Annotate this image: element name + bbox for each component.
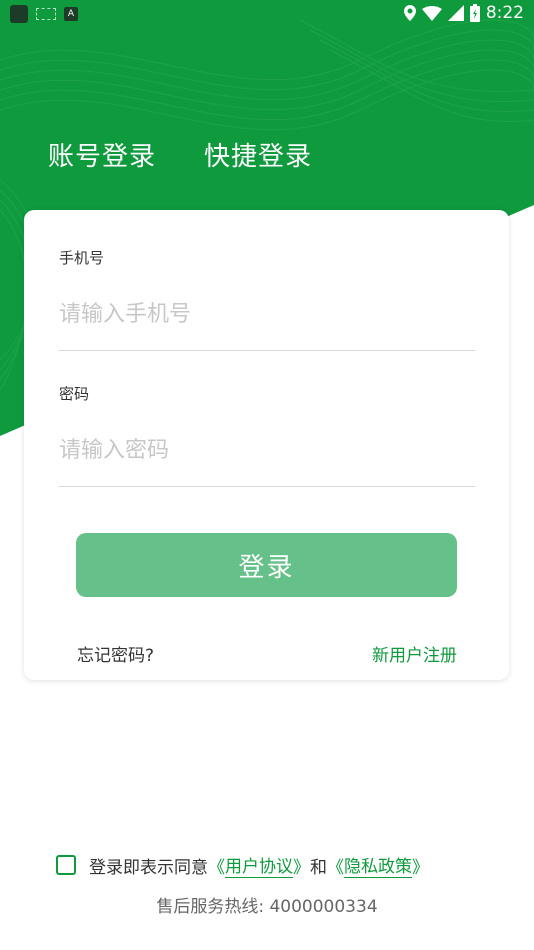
and-text: 和 (310, 857, 327, 878)
phone-label: 手机号 (59, 249, 105, 267)
privacy-policy-link[interactable]: 隐私政策 (344, 852, 412, 878)
font-icon: A (64, 7, 78, 21)
password-divider (59, 486, 475, 487)
battery-icon (469, 4, 480, 22)
register-link[interactable]: 新用户注册 (372, 641, 457, 666)
forgot-password-link[interactable]: 忘记密码? (77, 641, 154, 666)
agreement-checkbox[interactable] (56, 855, 76, 875)
login-tabs: 账号登录 快捷登录 (48, 136, 312, 173)
wifi-icon (421, 5, 442, 21)
close-bracket-2: 》 (412, 857, 429, 878)
tab-quick-login[interactable]: 快捷登录 (204, 136, 312, 173)
tab-account-login[interactable]: 账号登录 (48, 136, 156, 173)
close-bracket: 》 (293, 857, 310, 878)
phone-divider (59, 350, 475, 351)
location-icon (403, 5, 416, 21)
user-agreement-link[interactable]: 用户协议 (225, 852, 293, 878)
signal-icon (447, 5, 464, 21)
agreement-prefix: 登录即表示同意 (89, 857, 208, 878)
login-button[interactable]: 登录 (76, 533, 457, 597)
agreement-row: 登录即表示同意 《 用户协议 》 和 《 隐私政策 》 (56, 852, 429, 878)
login-card: 手机号 密码 登录 忘记密码? 新用户注册 (24, 210, 509, 680)
open-bracket-2: 《 (327, 857, 344, 878)
password-label: 密码 (59, 385, 90, 403)
keyboard-icon (36, 8, 56, 20)
service-hotline: 售后服务热线: 4000000334 (156, 897, 378, 917)
clock: 8:22 (485, 3, 524, 23)
open-bracket: 《 (208, 857, 225, 878)
status-bar: A 8:22 (0, 0, 534, 28)
phone-input[interactable] (59, 294, 475, 334)
password-input[interactable] (59, 430, 475, 470)
app-notification-icon (10, 5, 28, 23)
